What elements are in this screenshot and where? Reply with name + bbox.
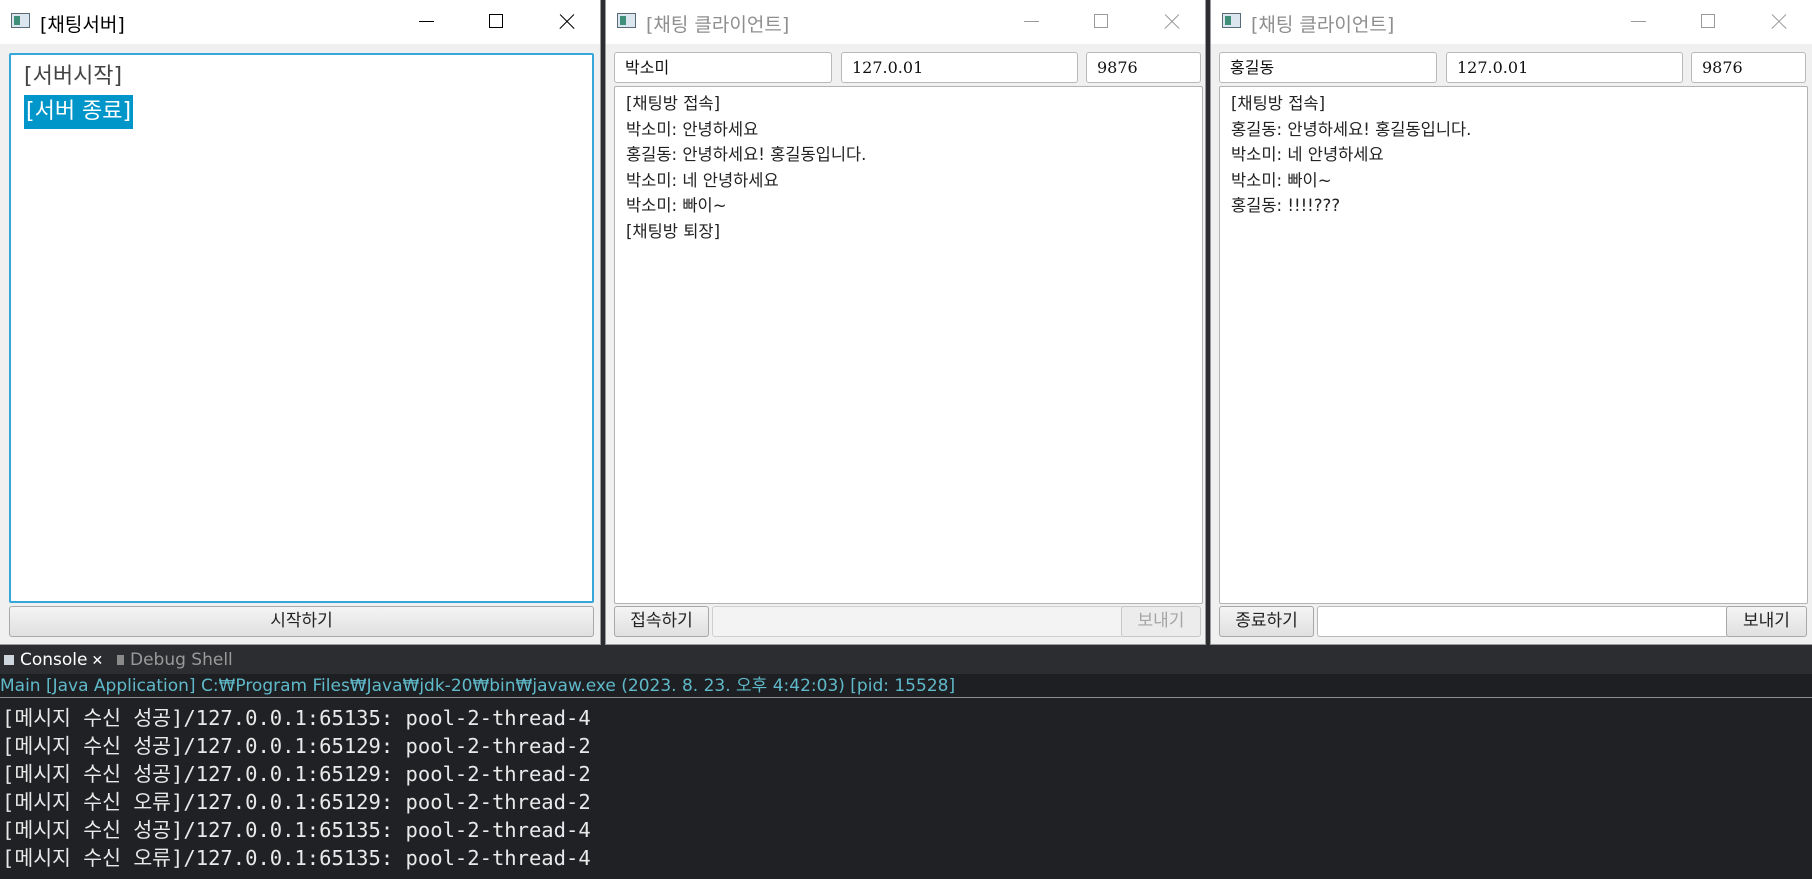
client-titlebar[interactable]: [채팅 클라이언트] bbox=[1211, 0, 1812, 44]
chat-line: 홍길동: 안녕하세요! 홍길동입니다. bbox=[626, 145, 867, 164]
minimize-icon[interactable] bbox=[391, 0, 461, 44]
close-icon[interactable]: ✕ bbox=[92, 653, 104, 669]
tab-debug-shell[interactable]: Debug Shell bbox=[115, 646, 233, 674]
ip-input[interactable]: 127.0.01 bbox=[1446, 52, 1683, 83]
chat-line: 박소미: 네 안녕하세요 bbox=[626, 170, 779, 190]
console-line: [메시지 수신 성공]/127.0.0.1:65129: pool-2-thre… bbox=[2, 734, 591, 758]
tab-debug-label: Debug Shell bbox=[130, 650, 233, 670]
log-line: [서버시작] bbox=[24, 64, 123, 89]
window-title: [채팅서버] bbox=[40, 14, 125, 36]
console-line: [메시지 수신 오류]/127.0.0.1:65129: pool-2-thre… bbox=[2, 790, 591, 814]
chat-log-area[interactable]: [채팅방 접속] 박소미: 안녕하세요 홍길동: 안녕하세요! 홍길동입니다. … bbox=[614, 86, 1203, 604]
ip-input[interactable]: 127.0.01 bbox=[841, 52, 1078, 83]
launch-info: Main [Java Application] C:₩Program Files… bbox=[0, 676, 956, 696]
client-window-left: [채팅 클라이언트] 박소미 127.0.01 9876 [채팅방 접속] 박소… bbox=[606, 0, 1205, 644]
console-tab-bar: Console ✕ Debug Shell bbox=[0, 646, 1812, 674]
send-button[interactable]: 보내기 bbox=[1726, 606, 1807, 637]
console-line: [메시지 수신 성공]/127.0.0.1:65135: pool-2-thre… bbox=[2, 706, 591, 730]
send-button[interactable]: 보내기 bbox=[1121, 606, 1201, 637]
window-title: [채팅 클라이언트] bbox=[646, 14, 790, 36]
tab-console-label: Console bbox=[20, 650, 88, 670]
maximize-icon[interactable] bbox=[1673, 0, 1743, 44]
log-line-selected: [서버 종료] bbox=[24, 94, 592, 129]
chat-line: 박소미: 안녕하세요 bbox=[626, 119, 759, 139]
chat-line: 홍길동: !!!!??? bbox=[1231, 196, 1341, 215]
console-divider bbox=[0, 697, 1812, 698]
exit-button[interactable]: 종료하기 bbox=[1219, 606, 1314, 637]
chat-line: [채팅방 퇴장] bbox=[626, 221, 721, 241]
debug-shell-icon bbox=[117, 655, 124, 665]
java-window-icon bbox=[1222, 13, 1241, 28]
server-log-area[interactable]: [서버시작] [서버 종료] bbox=[9, 53, 594, 603]
chat-line: 박소미: 네 안녕하세요 bbox=[1231, 145, 1384, 164]
close-icon[interactable] bbox=[1136, 0, 1205, 44]
message-input[interactable] bbox=[712, 606, 1124, 637]
console-icon bbox=[4, 655, 14, 665]
minimize-icon[interactable] bbox=[996, 0, 1066, 44]
java-window-icon bbox=[11, 13, 30, 28]
tab-console[interactable]: Console ✕ bbox=[0, 646, 103, 674]
message-input[interactable] bbox=[1317, 606, 1729, 637]
name-input[interactable]: 홍길동 bbox=[1219, 52, 1437, 83]
chat-line: 홍길동: 안녕하세요! 홍길동입니다. bbox=[1231, 119, 1472, 139]
maximize-icon[interactable] bbox=[1066, 0, 1136, 44]
console-line: [메시지 수신 성공]/127.0.0.1:65135: pool-2-thre… bbox=[2, 818, 591, 842]
window-title: [채팅 클라이언트] bbox=[1251, 14, 1395, 36]
port-input[interactable]: 9876 bbox=[1691, 52, 1806, 83]
start-button[interactable]: 시작하기 bbox=[9, 606, 594, 637]
client-titlebar[interactable]: [채팅 클라이언트] bbox=[606, 0, 1205, 44]
server-titlebar[interactable]: [채팅서버] bbox=[0, 0, 600, 44]
port-input[interactable]: 9876 bbox=[1086, 52, 1201, 83]
close-icon[interactable] bbox=[531, 0, 600, 44]
chat-line: [채팅방 접속] bbox=[1231, 94, 1326, 113]
console-line: [메시지 수신 오류]/127.0.0.1:65135: pool-2-thre… bbox=[2, 846, 591, 870]
maximize-icon[interactable] bbox=[461, 0, 531, 44]
name-input[interactable]: 박소미 bbox=[614, 52, 832, 83]
client-window-right: [채팅 클라이언트] 홍길동 127.0.01 9876 [채팅방 접속] 홍길… bbox=[1211, 0, 1812, 644]
console-line: [메시지 수신 성공]/127.0.0.1:65129: pool-2-thre… bbox=[2, 762, 591, 786]
close-icon[interactable] bbox=[1743, 0, 1812, 44]
minimize-icon[interactable] bbox=[1603, 0, 1673, 44]
chat-line: 박소미: 빠이~ bbox=[626, 196, 727, 215]
chat-line: [채팅방 접속] bbox=[626, 94, 721, 113]
java-window-icon bbox=[617, 13, 636, 28]
chat-line: 박소미: 빠이~ bbox=[1231, 170, 1332, 190]
server-window: [채팅서버] [서버시작] [서버 종료] 시작하기 bbox=[0, 0, 600, 644]
connect-button[interactable]: 접속하기 bbox=[614, 606, 709, 637]
console-output[interactable]: [메시지 수신 성공]/127.0.0.1:65135: pool-2-thre… bbox=[0, 699, 1812, 879]
chat-log-area[interactable]: [채팅방 접속] 홍길동: 안녕하세요! 홍길동입니다. 박소미: 네 안녕하세… bbox=[1219, 86, 1808, 604]
selected-text: [서버 종료] bbox=[24, 94, 134, 129]
